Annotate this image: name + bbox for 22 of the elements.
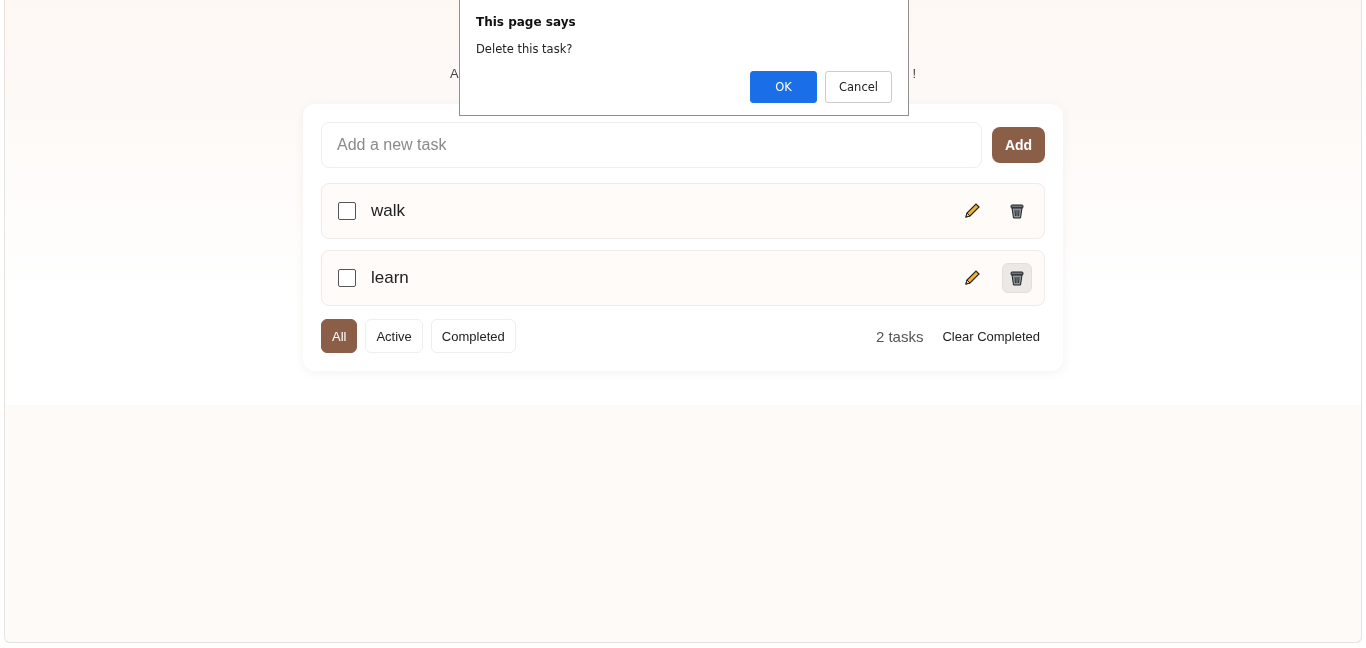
ok-button[interactable]: OK (750, 71, 817, 103)
filter-button[interactable]: Completed (430, 319, 516, 353)
pencil-icon (963, 269, 981, 287)
cancel-button[interactable]: Cancel (825, 71, 892, 103)
clear-completed-button[interactable]: Clear Completed (937, 328, 1045, 344)
dialog-message: Delete this task? (476, 42, 574, 56)
filter-button[interactable]: Active (365, 319, 423, 353)
filter-button[interactable]: All (321, 319, 358, 353)
add-button[interactable]: Add (992, 127, 1045, 163)
dialog-title: This page says (476, 15, 577, 29)
new-task-field[interactable]: Add a new task (321, 122, 982, 168)
subtitle-text: A (450, 66, 459, 83)
delete-button[interactable] (1002, 263, 1032, 293)
task-checkbox[interactable] (338, 269, 356, 287)
task-text: walk (371, 201, 406, 221)
pencil-icon (963, 202, 981, 220)
trash-icon (1009, 270, 1025, 286)
task-count: 2 tasks (875, 327, 924, 345)
subtitle-text: ! (912, 66, 916, 83)
trash-icon (1009, 203, 1025, 219)
task-text: learn (371, 268, 410, 288)
task-checkbox[interactable] (338, 202, 356, 220)
